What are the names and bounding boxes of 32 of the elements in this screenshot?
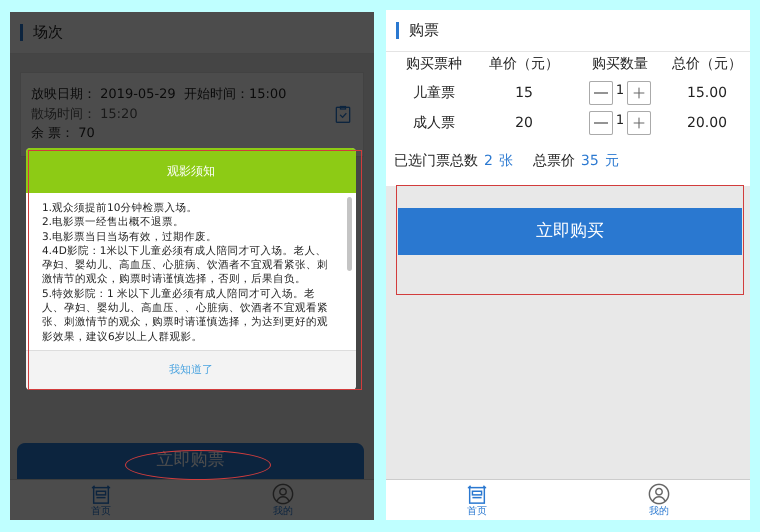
column-header: 购买数量 (591, 55, 649, 74)
quantity-value: 1 (616, 112, 624, 130)
dialog-title: 观影须知 (26, 148, 356, 193)
buy-button[interactable]: 立即购买 (398, 208, 742, 255)
column-header: 总价（元） (671, 55, 743, 74)
unit-price: 15 (514, 84, 534, 102)
section-title: 购票 (409, 20, 439, 42)
notice-text: 1.观众须提前10分钟检票入场。 (42, 201, 198, 216)
section-title: 场次 (33, 22, 63, 44)
quantity-value: 1 (616, 82, 624, 100)
total-price: 35 (580, 152, 599, 171)
row-total: 15.00 (686, 84, 728, 102)
tab-item[interactable]: 首页 (386, 480, 568, 520)
price-label: 总票价 (532, 152, 575, 171)
row-total: 20.00 (686, 114, 728, 132)
unit-price: 20 (514, 114, 534, 132)
ticket-type: 成人票 (412, 114, 456, 132)
remaining-tickets: 余 票： 70 (31, 125, 96, 143)
tab-item[interactable]: 我的 (568, 480, 750, 520)
count-label: 已选门票总数 (394, 152, 478, 171)
notice-text: 3.电影票当日当场有效，过期作废。 (42, 230, 218, 244)
price-unit: 元 (604, 152, 619, 171)
confirm-button[interactable]: 我知道了 (163, 361, 219, 380)
notice-text: 2.电影票一经售出概不退票。 (42, 215, 186, 230)
notice-text: 5.特效影院：1 米以下儿童必须有成人陪同才可入场。老人、孕妇、婴幼儿、高血压、、心脏病、饮酒者不宜观看紧张、刺激情节的观众，购票时请谨慎选择，为达到更好的观影效果，建议6岁以上人群观影。 (42, 286, 329, 344)
notice-text: 4.4D影院：1米以下儿童必须有成人陪同才可入场。老人、孕妇、婴幼儿、高血压、心脏病、饮酒者不宜观看紧张、刺激情节的观众，购票时请谨慎选择，否则，后果自负。 (42, 244, 329, 287)
showing-date: 放映日期： 2019-05-29 开始时间：15:00 (31, 86, 288, 104)
column-header: 单价（元） (488, 55, 560, 74)
ticket-type: 儿童票 (412, 84, 456, 102)
column-header: 购买票种 (405, 55, 463, 74)
ticket-count: 2 (484, 152, 493, 171)
count-unit: 张 (498, 152, 513, 171)
